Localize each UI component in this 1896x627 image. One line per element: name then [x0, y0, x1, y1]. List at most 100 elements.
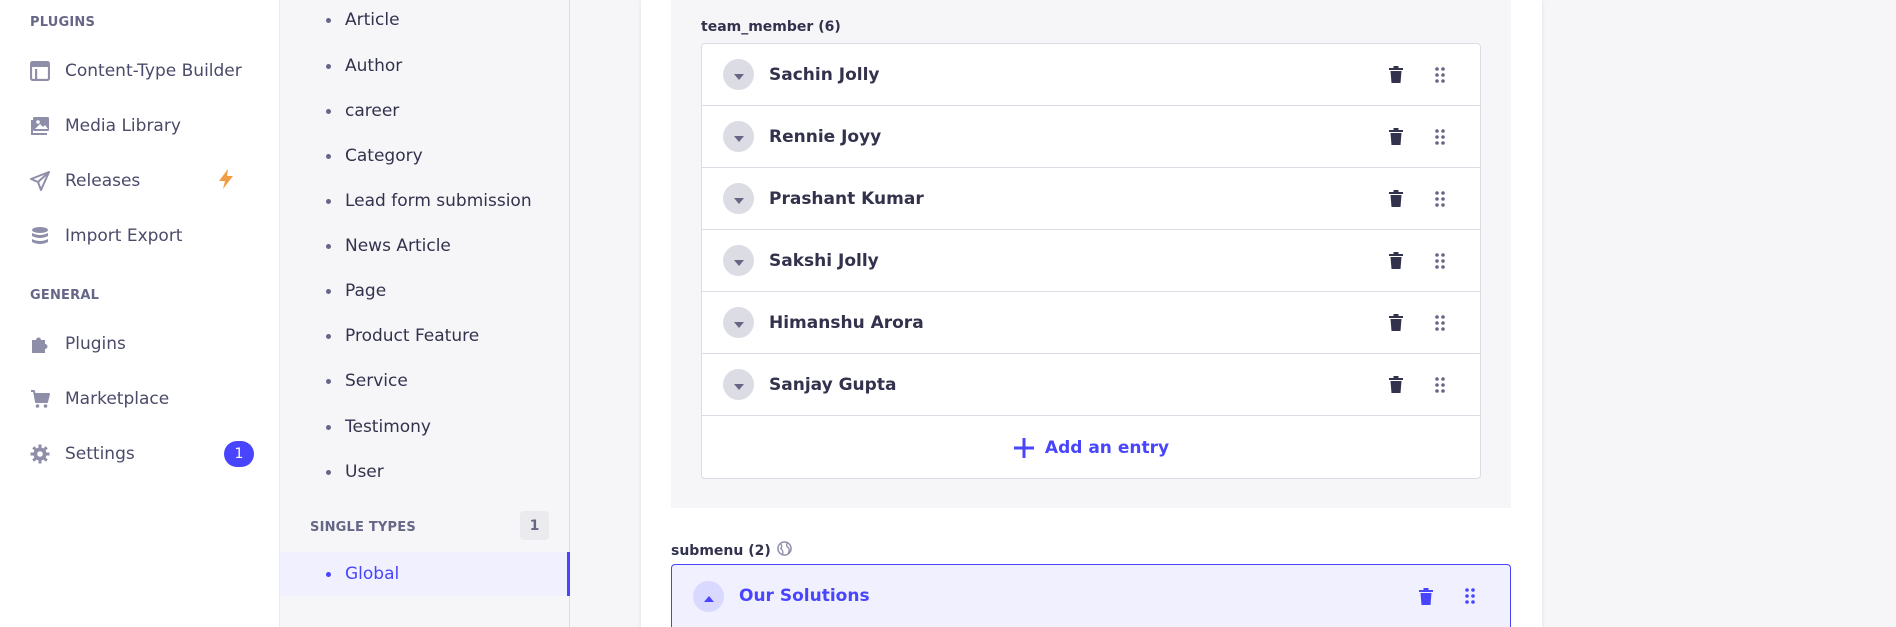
submenu-field-label: submenu (2) [671, 542, 771, 559]
trash-icon[interactable] [1386, 375, 1406, 395]
paper-plane-icon [30, 171, 50, 191]
content-type-label: Service [345, 371, 408, 391]
content-type-link-product-feature[interactable]: Product Feature [280, 314, 570, 358]
drag-handle-icon[interactable] [1430, 189, 1450, 209]
team-member-entry[interactable]: Sanjay Gupta [702, 354, 1480, 416]
puzzle-icon [30, 334, 50, 354]
team-member-entry[interactable]: Himanshu Arora [702, 292, 1480, 354]
caret-down-icon [733, 65, 744, 84]
bullet [326, 333, 331, 339]
entry-name: Himanshu Arora [769, 312, 924, 333]
team-member-entry[interactable]: Sachin Jolly [702, 44, 1480, 106]
expand-toggle[interactable] [723, 183, 754, 214]
drag-handle-icon[interactable] [1430, 313, 1450, 333]
content-type-label: Global [345, 564, 400, 584]
team-member-field-label: team_member (6) [701, 19, 841, 35]
nav-item-settings[interactable]: Settings 1 [30, 434, 258, 474]
team-member-entries: Sachin Jolly Rennie Joyy Prashant Kumar … [701, 43, 1481, 479]
caret-down-icon [733, 189, 744, 208]
entry-name: Rennie Joyy [769, 126, 882, 147]
content-type-label: Lead form submission [345, 191, 532, 211]
general-section-title: GENERAL [30, 288, 100, 303]
content-type-link-category[interactable]: Category [280, 134, 570, 178]
nav-item-releases[interactable]: Releases [30, 161, 258, 201]
drag-handle-icon[interactable] [1430, 375, 1450, 395]
nav-item-label: Releases [65, 171, 141, 191]
entry-name: Prashant Kumar [769, 188, 924, 209]
globe-icon [776, 541, 792, 560]
trash-icon[interactable] [1386, 189, 1406, 209]
entry-name: Sachin Jolly [769, 64, 880, 85]
drag-handle-icon[interactable] [1430, 251, 1450, 271]
content-type-link-news-article[interactable]: News Article [280, 224, 570, 268]
nav-item-marketplace[interactable]: Marketplace [30, 379, 258, 419]
expand-toggle[interactable] [723, 59, 754, 90]
content-type-link-article[interactable]: Article [280, 0, 570, 42]
content-type-label: Author [345, 56, 403, 76]
drag-handle-icon[interactable] [1430, 65, 1450, 85]
plugins-section-title: PLUGINS [30, 15, 96, 30]
bullet [326, 571, 331, 577]
nav-item-plugins[interactable]: Plugins [30, 324, 258, 364]
caret-down-icon [733, 127, 744, 146]
nav-item-label: Plugins [65, 334, 126, 354]
drag-handle-icon[interactable] [1460, 586, 1480, 606]
caret-down-icon [733, 313, 744, 332]
content-type-label: Product Feature [345, 326, 480, 346]
caret-down-icon [733, 251, 744, 270]
team-member-entry[interactable]: Prashant Kumar [702, 168, 1480, 230]
content-type-link-global[interactable]: Global [280, 552, 570, 596]
gear-icon [30, 444, 50, 464]
trash-icon[interactable] [1386, 313, 1406, 333]
content-type-label: News Article [345, 236, 451, 256]
bullet [326, 17, 331, 23]
content-type-link-user[interactable]: User [280, 450, 570, 494]
bullet [326, 153, 331, 159]
nav-item-label: Marketplace [65, 389, 170, 409]
trash-icon[interactable] [1386, 65, 1406, 85]
bullet [326, 288, 331, 294]
content-type-link-career[interactable]: career [280, 89, 570, 133]
drag-handle-icon[interactable] [1430, 127, 1450, 147]
bullet [326, 108, 331, 114]
team-member-entry[interactable]: Rennie Joyy [702, 106, 1480, 168]
collapse-toggle[interactable] [693, 580, 724, 612]
nav-item-media-library[interactable]: Media Library [30, 106, 258, 146]
nav-item-content-type-builder[interactable]: Content-Type Builder [30, 51, 258, 91]
nav-item-import-export[interactable]: Import Export [30, 216, 258, 256]
content-type-label: Testimony [345, 417, 431, 437]
trash-icon[interactable] [1416, 586, 1436, 606]
lightning-icon [218, 169, 234, 193]
entry-name: Our Solutions [739, 586, 870, 606]
entry-name: Sakshi Jolly [769, 250, 879, 271]
layout-icon [30, 61, 50, 81]
expand-toggle[interactable] [723, 245, 754, 276]
content-type-link-testimony[interactable]: Testimony [280, 405, 570, 449]
content-type-link-page[interactable]: Page [280, 269, 570, 313]
content-type-link-author[interactable]: Author [280, 44, 570, 88]
nav-item-label: Content-Type Builder [65, 61, 242, 81]
caret-up-icon [703, 587, 714, 606]
bullet [326, 243, 331, 249]
content-type-label: Category [345, 146, 423, 166]
expand-toggle[interactable] [723, 369, 754, 400]
trash-icon[interactable] [1386, 127, 1406, 147]
bullet [326, 424, 331, 430]
submenu-field-label-row: submenu (2) [671, 541, 792, 560]
expand-toggle[interactable] [723, 121, 754, 152]
main-navigation: PLUGINS Content-Type Builder Media Libra… [0, 0, 280, 627]
content-type-link-lead-form-submission[interactable]: Lead form submission [280, 179, 570, 223]
content-type-label: Page [345, 281, 387, 301]
content-type-link-service[interactable]: Service [280, 359, 570, 403]
add-entry-button[interactable]: Add an entry [702, 418, 1480, 478]
single-types-title: SINGLE TYPES [310, 519, 416, 535]
caret-down-icon [733, 375, 744, 394]
expand-toggle[interactable] [723, 307, 754, 338]
trash-icon[interactable] [1386, 251, 1406, 271]
content-type-label: Article [345, 10, 400, 30]
cart-icon [30, 389, 50, 409]
submenu-entry-expanded[interactable]: Our Solutions [671, 564, 1511, 627]
settings-notification-badge: 1 [224, 441, 254, 467]
team-member-entry[interactable]: Sakshi Jolly [702, 230, 1480, 292]
entry-name: Sanjay Gupta [769, 374, 897, 395]
